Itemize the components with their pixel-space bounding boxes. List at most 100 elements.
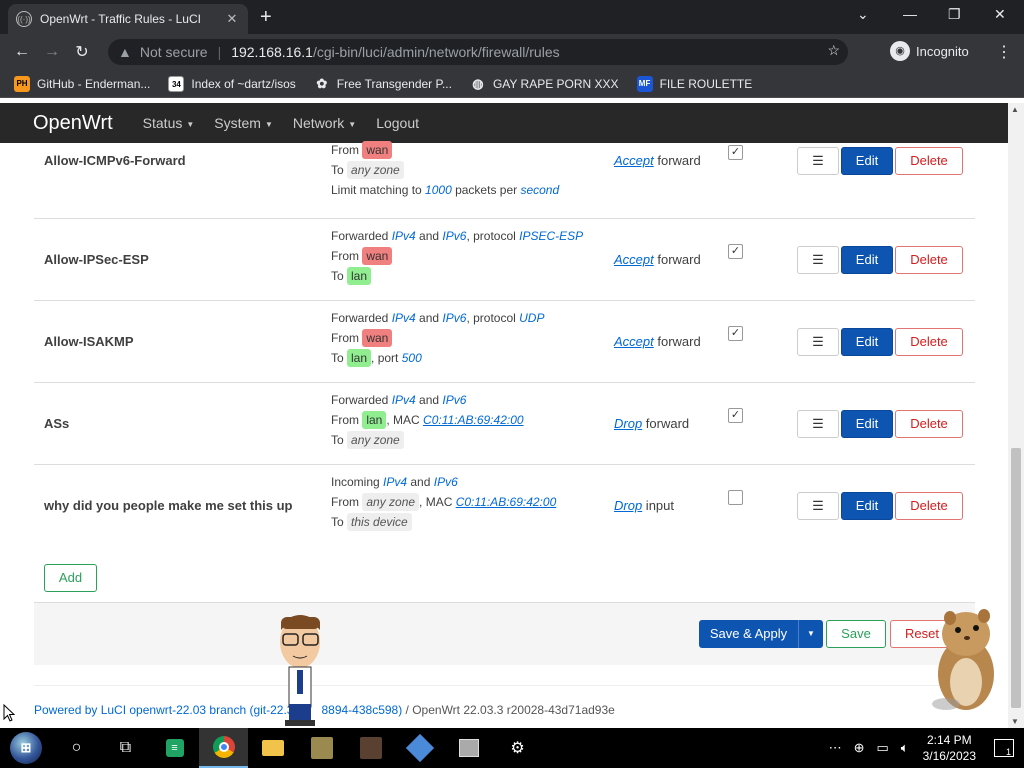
scrollbar-thumb[interactable] xyxy=(1011,448,1021,708)
rule-enabled-checkbox[interactable]: ✓ xyxy=(728,326,743,341)
match-line: To any zone xyxy=(331,430,524,450)
mac-address-link[interactable]: C0:11:AB:69:42:00 xyxy=(423,413,524,427)
delete-rule-button[interactable]: Delete xyxy=(895,492,963,520)
rule-action: Accept forward xyxy=(614,252,701,267)
bookmark-dartz-isos[interactable]: 34 Index of ~dartz/isos xyxy=(168,75,296,92)
page-scrollbar[interactable]: ▲ ▼ xyxy=(1008,103,1024,728)
search-circle-icon[interactable]: ○ xyxy=(52,728,101,768)
match-value-link[interactable]: second xyxy=(520,183,559,197)
rule-enabled-checkbox[interactable]: ✓ xyxy=(728,244,743,259)
save-button[interactable]: Save xyxy=(826,620,886,648)
file-explorer-icon[interactable] xyxy=(248,728,297,768)
delete-rule-button[interactable]: Delete xyxy=(895,246,963,274)
drag-sort-handle[interactable]: ☰ xyxy=(797,328,839,356)
match-line: Limit matching to 1000 packets per secon… xyxy=(331,180,559,200)
minimize-button[interactable]: — xyxy=(903,6,917,22)
task-view-icon[interactable]: ⧉ xyxy=(101,728,150,768)
battery-icon[interactable]: ▭ xyxy=(877,740,889,756)
app-portrait-icon[interactable] xyxy=(346,728,395,768)
browser-tab[interactable]: ((·)) OpenWrt - Traffic Rules - LuCI ✕ xyxy=(8,4,248,34)
rule-name: Allow-ICMPv6-Forward xyxy=(44,153,186,168)
rule-enabled-checkbox[interactable] xyxy=(728,490,743,505)
rule-name: why did you people make me set this up xyxy=(44,498,293,513)
match-value-link[interactable]: IPv4 xyxy=(383,475,407,489)
rule-enabled-checkbox[interactable]: ✓ xyxy=(728,145,743,160)
start-button[interactable]: ⊞ xyxy=(0,728,52,768)
zone-badge: any zone xyxy=(347,161,404,179)
match-value-link[interactable]: IPv4 xyxy=(392,311,416,325)
app-blue-grid-icon[interactable] xyxy=(395,728,444,768)
tab-close-icon[interactable]: ✕ xyxy=(224,11,240,27)
zone-badge: this device xyxy=(347,513,412,531)
not-secure-label[interactable]: Not secure xyxy=(140,44,208,60)
close-window-button[interactable]: ✕ xyxy=(994,6,1006,23)
edit-rule-button[interactable]: Edit xyxy=(841,328,893,356)
bookmark-free-transgender[interactable]: ✿ Free Transgender P... xyxy=(314,76,452,92)
match-value-link[interactable]: UDP xyxy=(519,311,544,325)
add-rule-button[interactable]: Add xyxy=(44,564,97,592)
restore-button[interactable]: ❐ xyxy=(948,6,961,23)
action-target-link[interactable]: Drop xyxy=(614,498,642,513)
save-apply-button[interactable]: Save & Apply ▼ xyxy=(699,620,823,648)
incognito-profile[interactable]: ◉ Incognito xyxy=(890,41,969,61)
back-arrow-icon[interactable]: ← xyxy=(7,43,37,61)
edit-rule-button[interactable]: Edit xyxy=(841,147,893,175)
bookmark-github[interactable]: PH GitHub - Enderman... xyxy=(14,75,150,92)
delete-rule-button[interactable]: Delete xyxy=(895,147,963,175)
drag-sort-handle[interactable]: ☰ xyxy=(797,492,839,520)
edit-rule-button[interactable]: Edit xyxy=(841,410,893,438)
app-figure-icon[interactable] xyxy=(297,728,346,768)
action-target-link[interactable]: Accept xyxy=(614,252,654,267)
action-target-link[interactable]: Accept xyxy=(614,334,654,349)
delete-rule-button[interactable]: Delete xyxy=(895,328,963,356)
tab-search-icon[interactable]: ⌄ xyxy=(857,6,869,23)
match-value-link[interactable]: IPv4 xyxy=(392,393,416,407)
scroll-up-icon[interactable]: ▲ xyxy=(1011,105,1019,114)
bookmark-globe-link[interactable]: ◍ GAY RAPE PORN XXX xyxy=(470,76,618,92)
chrome-menu-icon[interactable]: ⋮ xyxy=(996,42,1012,62)
action-target-link[interactable]: Drop xyxy=(614,416,642,431)
match-value-link[interactable]: IPv6 xyxy=(442,311,466,325)
rule-enabled-checkbox[interactable]: ✓ xyxy=(728,408,743,423)
delete-rule-button[interactable]: Delete xyxy=(895,410,963,438)
reload-icon[interactable]: ↻ xyxy=(67,42,97,62)
edit-rule-button[interactable]: Edit xyxy=(841,492,893,520)
drag-sort-handle[interactable]: ☰ xyxy=(797,246,839,274)
volume-icon[interactable]: 🔈︎ xyxy=(901,740,909,756)
match-value-link[interactable]: IPv6 xyxy=(442,393,466,407)
bookmark-star-icon[interactable]: ☆ xyxy=(827,42,840,59)
match-value-link[interactable]: 500 xyxy=(402,351,422,365)
form-action-bar: Save & Apply ▼ Save Reset xyxy=(34,602,975,665)
scroll-down-icon[interactable]: ▼ xyxy=(1011,717,1019,726)
new-tab-button[interactable]: + xyxy=(260,6,272,28)
forward-arrow-icon[interactable]: → xyxy=(37,43,67,61)
app-cube-icon[interactable] xyxy=(444,728,493,768)
luci-version-link-tail[interactable]: 8894-438c598) xyxy=(321,703,402,717)
system-clock[interactable]: 2:14 PM 3/16/2023 xyxy=(923,732,976,764)
settings-gear-icon[interactable]: ⚙ xyxy=(493,728,542,768)
luci-version-link[interactable]: Powered by LuCI openwrt-22.03 branch (gi… xyxy=(34,703,293,717)
warning-triangle-icon[interactable]: ▲ xyxy=(118,44,132,60)
omnibox-divider: | xyxy=(217,44,222,60)
match-value-link[interactable]: IPSEC-ESP xyxy=(519,229,583,243)
drag-sort-handle[interactable]: ☰ xyxy=(797,410,839,438)
overflow-dots-icon[interactable]: ⋯ xyxy=(829,740,842,756)
action-target-link[interactable]: Accept xyxy=(614,153,654,168)
match-value-link[interactable]: IPv4 xyxy=(392,229,416,243)
bookmark-file-roulette[interactable]: MF FILE ROULETTE xyxy=(636,75,752,92)
omnibox[interactable]: ▲ Not secure | 192.168.16.1 /cgi-bin/luc… xyxy=(108,39,848,65)
save-apply-label[interactable]: Save & Apply xyxy=(699,620,799,648)
edit-rule-button[interactable]: Edit xyxy=(841,246,893,274)
google-sheets-icon[interactable]: ≡ xyxy=(150,728,199,768)
match-text: , protocol xyxy=(466,311,520,325)
match-value-link[interactable]: IPv6 xyxy=(434,475,458,489)
drag-sort-handle[interactable]: ☰ xyxy=(797,147,839,175)
mac-address-link[interactable]: C0:11:AB:69:42:00 xyxy=(456,495,557,509)
match-value-link[interactable]: IPv6 xyxy=(442,229,466,243)
match-line: To any zone xyxy=(331,160,559,180)
match-value-link[interactable]: 1000 xyxy=(425,183,452,197)
caret-down-icon[interactable]: ▼ xyxy=(799,620,823,648)
chrome-taskbar-icon[interactable] xyxy=(199,728,248,768)
network-globe-icon[interactable]: ⊕ xyxy=(854,740,865,756)
notification-center-icon[interactable]: 1 xyxy=(994,739,1014,757)
